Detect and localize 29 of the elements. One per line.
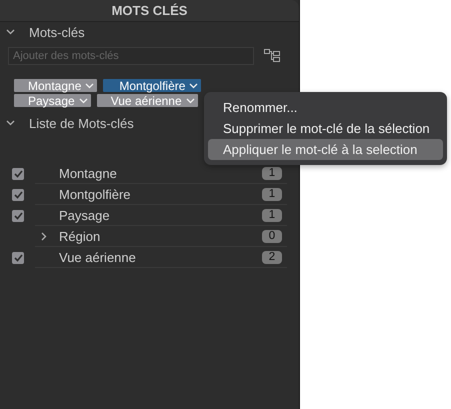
checkbox[interactable] [12, 168, 24, 180]
checkbox[interactable] [12, 210, 24, 222]
keyword-tag[interactable]: Montagne [14, 79, 98, 92]
checkbox[interactable] [12, 252, 24, 264]
menu-item[interactable]: Renommer... [208, 97, 443, 118]
section-title: Mots-clés [29, 24, 85, 40]
chevron-icon[interactable] [6, 28, 15, 36]
keyword-input-field[interactable]: Ajouter des mots-clés [8, 47, 254, 65]
keyword-label: Paysage [59, 208, 110, 222]
menu-item[interactable]: Appliquer le mot-clé à la selection [208, 139, 443, 160]
keyword-label: Montagne [59, 166, 117, 180]
disclosure-icon[interactable] [41, 232, 47, 240]
count-badge: 1 [262, 208, 282, 222]
section-title: Liste de Mots-clés [29, 116, 134, 130]
count-badge: 0 [262, 230, 282, 242]
checkbox[interactable] [12, 188, 24, 200]
keyword-tag[interactable]: Paysage [14, 94, 91, 107]
keyword-label: Région [59, 228, 100, 244]
count-badge: 1 [262, 166, 282, 180]
hierarchy-icon[interactable] [264, 49, 280, 63]
keyword-tag[interactable]: Montgolfière [103, 79, 202, 92]
chevron-icon[interactable] [6, 118, 15, 128]
keyword-tag[interactable]: Vue aérienne [96, 94, 198, 107]
menu-item[interactable]: Supprimer le mot-clé de la sélection [208, 118, 443, 139]
keyword-label: Vue aérienne [59, 250, 136, 264]
count-badge: 2 [262, 250, 282, 264]
keyword-label: Montgolfière [59, 186, 131, 202]
count-badge: 1 [262, 188, 282, 200]
panel-title: MOTS CLÉS [112, 3, 188, 18]
